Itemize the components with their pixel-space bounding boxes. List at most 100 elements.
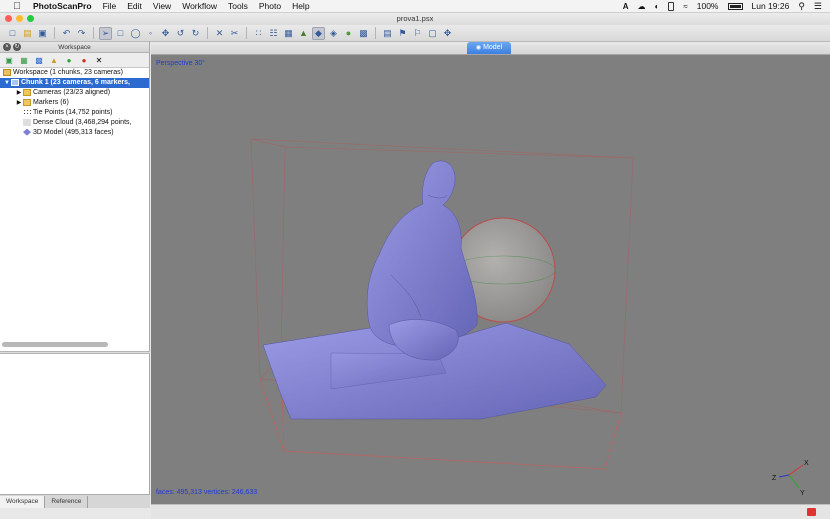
tiled-model-icon[interactable]: ●: [342, 27, 355, 40]
reset-view-icon[interactable]: ✥: [441, 27, 454, 40]
toolbar-separator: [246, 27, 247, 39]
chevron-right-icon[interactable]: ▶: [15, 98, 23, 108]
free-select-icon[interactable]: ◦: [144, 27, 157, 40]
point-cloud-icon[interactable]: ∷: [252, 27, 265, 40]
timer-icon[interactable]: ◐: [655, 2, 660, 11]
axis-x-label: X: [804, 460, 809, 467]
tree-row-cameras[interactable]: ▶ Cameras (23/23 aligned): [0, 88, 149, 98]
remove-icon[interactable]: ✕: [94, 55, 104, 65]
panel-float-icon[interactable]: ↻: [13, 43, 21, 51]
toolbar-separator: [207, 27, 208, 39]
move-region-icon[interactable]: ✥: [159, 27, 172, 40]
tree-row-3d-model[interactable]: 3D Model (495,313 faces): [0, 128, 149, 138]
add-photos-icon[interactable]: ▦: [19, 55, 29, 65]
tree-label: Workspace (1 chunks, 23 cameras): [13, 69, 123, 76]
panel-tabs: Workspace Reference: [0, 494, 150, 508]
clock-text[interactable]: Lun 19:26: [752, 1, 790, 11]
delete-selection-icon[interactable]: ✕: [213, 27, 226, 40]
menu-app-name[interactable]: PhotoScanPro: [33, 1, 92, 11]
enable-icon[interactable]: ●: [64, 55, 74, 65]
crop-selection-icon[interactable]: ✂: [228, 27, 241, 40]
wifi-icon[interactable]: ≈: [683, 2, 687, 11]
device-icon[interactable]: [668, 1, 675, 11]
undo-icon[interactable]: ↶: [60, 27, 73, 40]
menu-workflow[interactable]: Workflow: [182, 1, 217, 11]
workspace-panel: × ↻ Workspace ▣ ▦ ▩ ▲ ● ● ✕ Workspace (1…: [0, 42, 150, 508]
panel-splitter[interactable]: [0, 351, 150, 354]
dense-cloud-icon: [23, 118, 31, 126]
workspace-panel-title: Workspace: [58, 44, 91, 51]
axis-y-label: Y: [800, 490, 805, 497]
tree-row-markers[interactable]: ▶ Markers (6): [0, 98, 149, 108]
menu-help[interactable]: Help: [292, 1, 309, 11]
notification-icon[interactable]: ☰: [814, 1, 822, 12]
menu-view[interactable]: View: [153, 1, 171, 11]
rectangle-select-icon[interactable]: □: [114, 27, 127, 40]
add-folder-icon[interactable]: ▩: [34, 55, 44, 65]
folder-icon: [23, 88, 31, 96]
window-titlebar: prova1.psx: [0, 13, 830, 25]
axes-gizmo: [778, 464, 804, 489]
axis-z-label: Z: [772, 475, 777, 482]
wireframe-icon[interactable]: ▦: [282, 27, 295, 40]
circle-select-icon[interactable]: ◯: [129, 27, 142, 40]
show-shapes-icon[interactable]: ⚐: [411, 27, 424, 40]
redo-icon[interactable]: ↷: [75, 27, 88, 40]
folder-icon: [23, 98, 31, 106]
menu-photo[interactable]: Photo: [259, 1, 281, 11]
tree-row-dense-cloud[interactable]: Dense Cloud (3,468,294 points,: [0, 118, 149, 128]
workspace-icon: [3, 68, 11, 76]
apple-icon[interactable]: : [10, 1, 24, 12]
new-icon[interactable]: □: [6, 27, 19, 40]
show-markers-icon[interactable]: ⚑: [396, 27, 409, 40]
cloud-icon[interactable]: ☁: [638, 2, 646, 11]
model-tab-label: Model: [483, 44, 503, 51]
menu-tools[interactable]: Tools: [228, 1, 248, 11]
dense-cloud-view-icon[interactable]: ☷: [267, 27, 280, 40]
workspace-tree: Workspace (1 chunks, 23 cameras) ▼ Chunk …: [0, 68, 149, 138]
zoom-window-button[interactable]: [27, 15, 34, 22]
panel-close-icon[interactable]: ×: [3, 43, 11, 51]
menu-file[interactable]: File: [103, 1, 117, 11]
status-indicator-icon[interactable]: [807, 508, 816, 516]
tab-model[interactable]: ◉ Model: [467, 42, 511, 54]
model-icon: [23, 128, 31, 136]
adobe-icon[interactable]: A: [623, 2, 629, 11]
tab-workspace[interactable]: Workspace: [0, 496, 46, 508]
disable-icon[interactable]: ●: [79, 55, 89, 65]
open-icon[interactable]: ▤: [21, 27, 34, 40]
shaded-icon[interactable]: ◆: [312, 26, 325, 40]
textured-icon[interactable]: ◈: [327, 27, 340, 40]
tie-points-icon: [23, 108, 31, 116]
solid-icon[interactable]: ▲: [297, 27, 310, 40]
toolbar-separator: [93, 27, 94, 39]
battery-text: 100%: [696, 1, 719, 11]
chevron-down-icon[interactable]: ▼: [3, 78, 11, 88]
rotate-region-icon[interactable]: ↻: [189, 27, 202, 40]
close-window-button[interactable]: [5, 15, 12, 22]
navigation-icon[interactable]: ➢: [99, 26, 112, 40]
tree-row-workspace[interactable]: Workspace (1 chunks, 23 cameras): [0, 68, 149, 78]
spotlight-icon[interactable]: ⚲: [798, 1, 805, 12]
merge-chunks-icon[interactable]: ▲: [49, 55, 59, 65]
show-cameras-icon[interactable]: ▤: [381, 27, 394, 40]
dem-icon[interactable]: ▩: [357, 27, 370, 40]
toolbar-separator: [375, 27, 376, 39]
minimize-window-button[interactable]: [16, 15, 23, 22]
menu-edit[interactable]: Edit: [127, 1, 142, 11]
horizontal-scrollbar[interactable]: [2, 342, 108, 347]
tree-label: 3D Model (495,313 faces): [33, 129, 114, 136]
show-region-icon[interactable]: ▢: [426, 27, 439, 40]
add-chunk-icon[interactable]: ▣: [4, 55, 14, 65]
tab-reference[interactable]: Reference: [45, 496, 89, 508]
save-icon[interactable]: ▣: [36, 27, 49, 40]
battery-icon[interactable]: [727, 2, 743, 10]
tree-row-tie-points[interactable]: Tie Points (14,752 points): [0, 108, 149, 118]
tree-row-chunk[interactable]: ▼ Chunk 1 (23 cameras, 6 markers,: [0, 78, 149, 88]
workspace-panel-header: × ↻ Workspace: [0, 42, 149, 53]
resize-region-icon[interactable]: ↺: [174, 27, 187, 40]
chevron-right-icon[interactable]: ▶: [15, 88, 23, 98]
tree-label: Dense Cloud (3,468,294 points,: [33, 119, 132, 126]
tree-label: Markers (6): [33, 99, 69, 106]
model-viewport[interactable]: Perspective 30° X Y Z faces: 495,313 ver…: [151, 55, 830, 504]
